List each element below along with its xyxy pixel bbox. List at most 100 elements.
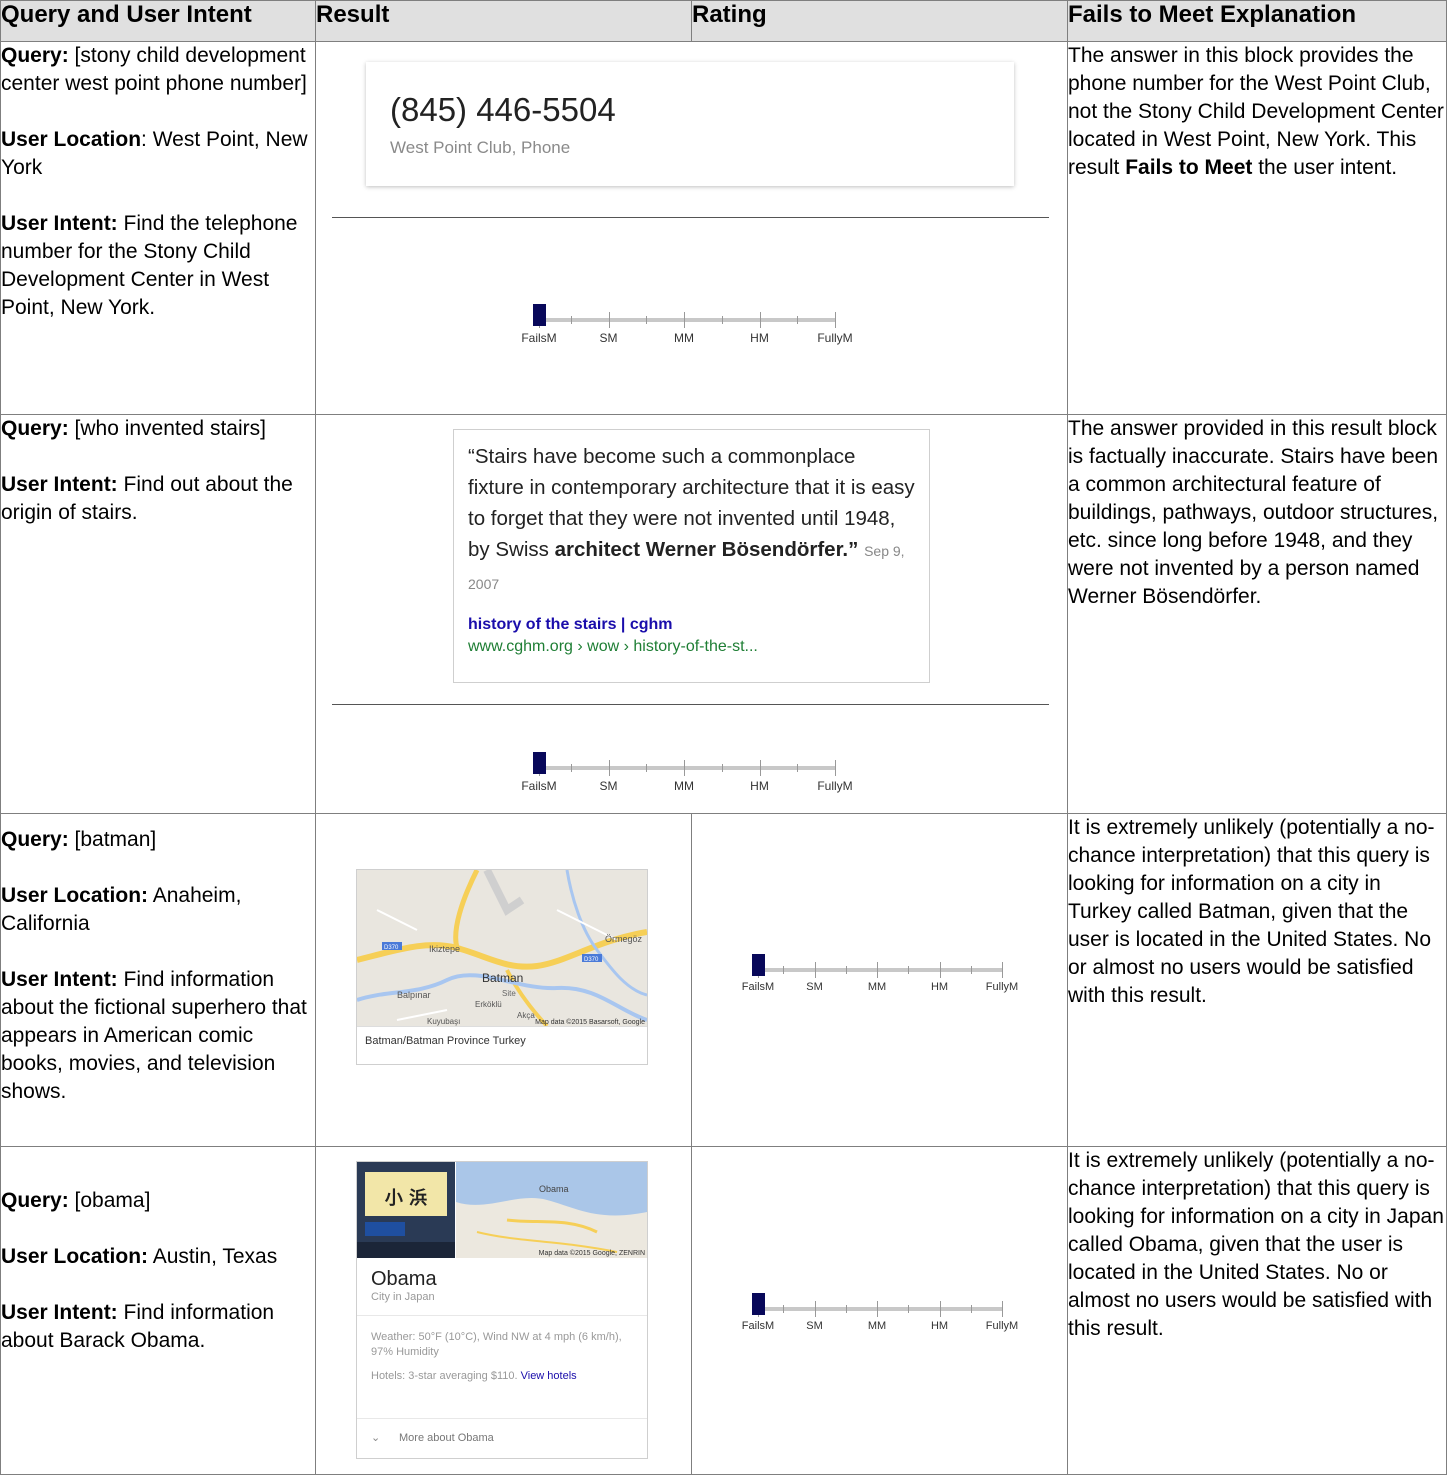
snippet-link-title[interactable]: history of the stairs | cghm <box>468 616 915 634</box>
chevron-down-icon: ⌄ <box>371 1432 381 1444</box>
more-about-label: More about Obama <box>399 1432 494 1444</box>
map-credit: Map data ©2015 Google, ZENRIN <box>539 1249 645 1257</box>
rating-slider-marker[interactable] <box>533 752 546 774</box>
snippet-link-url[interactable]: www.cghm.org › wow › history-of-the-st..… <box>468 638 915 656</box>
rating-minor-tick <box>783 966 785 974</box>
rating-cell: FailsM SM MM HM FullyM <box>691 1146 1068 1475</box>
rating-label: FailsM <box>741 981 775 993</box>
divider <box>332 704 1049 705</box>
location-label: User Location: <box>1 884 149 907</box>
header-explanation: Fails to Meet Explanation <box>1067 0 1447 42</box>
map-credit: Map data ©2015 Basarsoft, Google <box>535 1018 645 1026</box>
query-cell: Query: [who invented stairs] User Intent… <box>0 414 316 814</box>
query-text: [obama] <box>68 1189 151 1212</box>
rating-minor-tick <box>797 316 799 324</box>
location-text: Austin, Texas <box>148 1245 278 1268</box>
rating-tick <box>608 312 610 328</box>
query-cell: Query: [batman] User Location: Anaheim, … <box>0 813 316 1147</box>
location-line: User Location: Anaheim, California <box>1 882 315 938</box>
rating-label: FailsM <box>521 779 557 793</box>
rating-tick <box>759 312 761 328</box>
map-label: Erköklü <box>475 1000 502 1009</box>
rating-label: SM <box>599 331 618 345</box>
rating-track: FailsM SM MM HM FullyM <box>742 954 1018 993</box>
explanation-cell: The answer provided in this result block… <box>1067 414 1447 814</box>
view-hotels-link[interactable]: View hotels <box>521 1370 577 1382</box>
phone-result-card: (845) 446-5504 West Point Club, Phone <box>366 62 1014 186</box>
rating-minor-tick <box>970 966 972 974</box>
explanation-text-end: the user intent. <box>1252 156 1398 179</box>
rating-label: MM <box>674 331 694 345</box>
rating-track: FailsM SM MM HM FullyM <box>521 304 853 345</box>
rating-tick <box>877 1301 878 1317</box>
rating-tick <box>1002 962 1003 978</box>
intent-label: User Intent: <box>1 968 118 991</box>
map-label: D370 <box>584 957 599 963</box>
rating-tick <box>814 1301 816 1317</box>
map-label: Ikiztepe <box>429 944 460 954</box>
intent-line: User Intent: Find information about Bara… <box>1 1299 315 1355</box>
rating-tick <box>1002 1301 1003 1317</box>
rating-cell: FailsM SM MM HM FullyM <box>691 813 1068 1147</box>
location-label: User Location <box>1 128 142 151</box>
table-row: Query: [batman] User Location: Anaheim, … <box>0 813 1447 1147</box>
explanation-bold: Fails to Meet <box>1125 156 1253 179</box>
map-image: D370 Ikiztepe Örmegöz D370 Batman Site B… <box>357 870 647 1026</box>
rating-label: FullyM <box>817 331 853 345</box>
rating-label: HM <box>750 331 769 345</box>
query-text: [batman] <box>68 828 157 851</box>
rating-label: FullyM <box>817 779 853 793</box>
phone-source: West Point Club, Phone <box>390 138 571 157</box>
result-cell: D370 Ikiztepe Örmegöz D370 Batman Site B… <box>315 813 692 1147</box>
rating-label: SM <box>806 1320 823 1332</box>
intent-line: User Intent: Find information about the … <box>1 966 315 1106</box>
explanation-cell: It is extremely unlikely (potentially a … <box>1067 813 1447 1147</box>
map-label: Batman <box>482 971 523 985</box>
map-result-card: D370 Ikiztepe Örmegöz D370 Batman Site B… <box>356 869 648 1065</box>
query-label: Query: <box>1 44 69 67</box>
rating-tick <box>835 312 836 328</box>
station-sign: 小 浜 <box>385 1188 427 1209</box>
rating-slider-marker[interactable] <box>752 954 765 976</box>
table-row: Query: [obama] User Location: Austin, Te… <box>0 1146 1447 1475</box>
phone-number: (845) 446-5504 <box>390 91 616 128</box>
rating-minor-tick <box>908 966 910 974</box>
rating-label: FullyM <box>985 1320 1019 1332</box>
rating-slider-marker[interactable] <box>752 1293 765 1315</box>
query-cell: Query: [stony child development center w… <box>0 41 316 415</box>
rating-minor-tick <box>570 316 572 324</box>
rating-minor-tick <box>783 1305 785 1313</box>
rating-minor-tick <box>970 1305 972 1313</box>
header-row: Query and User Intent Result Rating Fail… <box>0 0 1447 42</box>
more-about-button[interactable]: ⌄ More about Obama <box>357 1418 647 1458</box>
map-caption[interactable]: Batman/Batman Province Turkey <box>357 1026 647 1055</box>
rating-tick <box>814 962 816 978</box>
query-label: Query: <box>1 417 69 440</box>
rating-minor-tick <box>845 966 847 974</box>
panel-title: Obama <box>371 1268 437 1290</box>
rating-minor-tick <box>646 764 648 772</box>
header-query: Query and User Intent <box>0 0 316 42</box>
intent-label: User Intent: <box>1 212 118 235</box>
map-label: Akça <box>517 1011 535 1020</box>
rating-slider-marker[interactable] <box>533 304 546 326</box>
rating-tick <box>759 760 761 776</box>
location-line: User Location: West Point, New York <box>1 126 315 182</box>
intent-label: User Intent: <box>1 1301 118 1324</box>
query-label: Query: <box>1 1189 69 1212</box>
rating-minor-tick <box>845 1305 847 1313</box>
header-result: Result <box>315 0 692 42</box>
map-label: Kuyubaşı <box>427 1017 460 1026</box>
hotels-text: Hotels: 3-star averaging $110. <box>371 1370 521 1382</box>
rating-track: FailsM SM MM HM FullyM <box>521 752 853 793</box>
rating-label: HM <box>930 1320 949 1332</box>
rating-minor-tick <box>646 316 648 324</box>
query-line: Query: [stony child development center w… <box>1 42 315 98</box>
panel-facts: Weather: 50°F (10°C), Wind NW at 4 mph (… <box>357 1315 647 1384</box>
intent-label: User Intent: <box>1 473 118 496</box>
rating-label: MM <box>867 1320 887 1332</box>
query-cell: Query: [obama] User Location: Austin, Te… <box>0 1146 316 1475</box>
result-cell: 小 浜 Obama Map data ©2015 Google, ZENRIN … <box>315 1146 692 1475</box>
map-label: Site <box>502 989 516 998</box>
rating-label: SM <box>599 779 618 793</box>
